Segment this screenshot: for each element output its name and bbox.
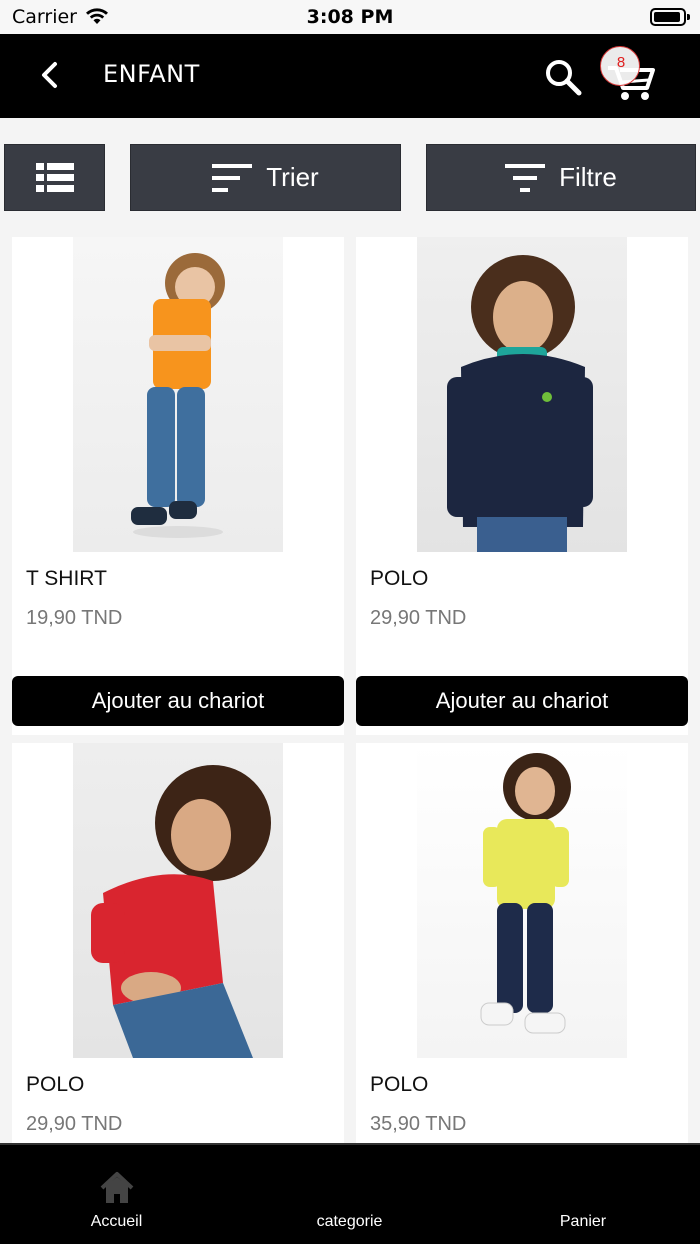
nav-label-panier: Panier [559,1213,607,1230]
search-button[interactable] [542,56,584,98]
product-price: 35,90 TND [370,1113,467,1135]
product-name[interactable]: POLO [26,1073,84,1097]
product-price: 29,90 TND [370,607,467,629]
sort-icon [212,163,253,192]
nav-label-categorie: categorie [316,1213,383,1230]
nav-item-home[interactable]: Accueil [0,1145,233,1244]
filter-label: Filtre [559,162,617,192]
nav-item-categorie[interactable]: categorie [233,1145,466,1244]
status-bar: Carrier 3:08 PM [0,0,700,34]
filter-icon [505,163,546,192]
product-name[interactable]: T SHIRT [26,567,107,591]
nav-label-home: Accueil [90,1213,143,1230]
product-card[interactable]: POLO 29,90 TND [12,743,344,1153]
sort-button[interactable]: Trier [130,144,401,211]
product-name[interactable]: POLO [370,567,428,591]
product-image[interactable] [73,237,283,552]
add-to-cart-button[interactable]: Ajouter au chariot [356,676,688,726]
clock: 3:08 PM [306,6,394,28]
product-name[interactable]: POLO [370,1073,428,1097]
filter-button[interactable]: Filtre [426,144,696,211]
list-view-button[interactable] [4,144,105,211]
product-card[interactable]: POLO 35,90 TND [356,743,688,1153]
product-image[interactable] [417,237,627,552]
product-price: 29,90 TND [26,1113,123,1135]
back-button[interactable] [34,58,68,92]
cart-count-badge: 8 [600,46,640,86]
app-screen: Carrier 3:08 PM ENFANT 8 Trier Filtre T … [0,0,700,1244]
add-to-cart-button[interactable]: Ajouter au chariot [12,676,344,726]
nav-item-panier[interactable]: Panier [466,1145,700,1244]
bottom-navigation: Accueil categorie Panier [0,1143,700,1244]
cart-button[interactable]: 8 [600,46,660,104]
product-image[interactable] [73,743,283,1058]
cart-count: 8 [616,54,626,71]
page-title: ENFANT [103,60,200,88]
home-icon [100,1172,133,1203]
product-image[interactable] [417,743,627,1058]
sort-label: Trier [266,162,319,192]
app-header: ENFANT 8 [0,34,700,118]
search-icon [546,60,582,96]
product-card[interactable]: POLO 29,90 TND Ajouter au chariot [356,237,688,735]
product-price: 19,90 TND [26,607,123,629]
chevron-left-icon [42,62,57,88]
list-icon [35,162,74,192]
product-card[interactable]: T SHIRT 19,90 TND Ajouter au chariot [12,237,344,735]
battery-icon [650,8,690,26]
